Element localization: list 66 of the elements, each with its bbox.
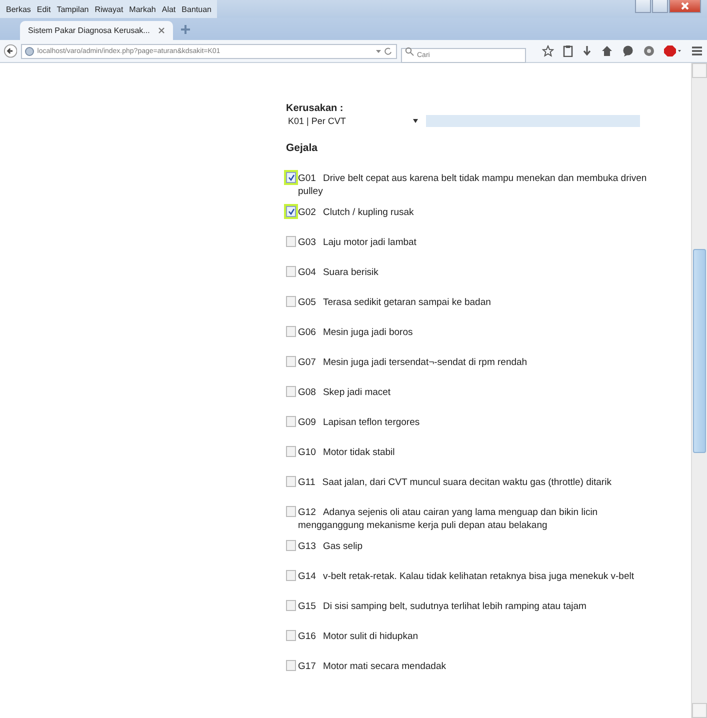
checkbox[interactable] <box>286 356 296 367</box>
menu-item[interactable]: Riwayat <box>94 4 124 14</box>
checkbox[interactable] <box>286 172 296 183</box>
download-icon[interactable] <box>582 45 592 57</box>
symptom-label: G08 Skep jadi macet <box>298 386 391 399</box>
reload-icon[interactable] <box>375 46 393 56</box>
menu-item[interactable]: Berkas <box>6 4 31 14</box>
close-icon[interactable] <box>158 27 165 34</box>
checkbox[interactable] <box>286 446 296 457</box>
checkbox[interactable] <box>286 236 296 247</box>
kerusakan-dropdown[interactable]: K01 | Per CVT <box>286 115 426 127</box>
puzzle-icon[interactable] <box>643 45 655 57</box>
minimize-button[interactable] <box>635 0 651 13</box>
scroll-thumb[interactable] <box>693 249 706 453</box>
symptom-label: G05 Terasa sedikit getaran sampai ke badan <box>298 296 491 309</box>
symptom-label: G03 Laju motor jadi lambat <box>298 236 416 249</box>
checkbox[interactable] <box>286 570 296 581</box>
symptom-label: G17 Motor mati secara mendadak <box>298 660 446 673</box>
checkbox[interactable] <box>286 326 296 337</box>
symptom-label: G02 Clutch / kupling rusak <box>298 206 414 219</box>
symptom-label: G12 Adanya sejenis oli atau cairan yang lama menguap dan bikin licin mengganggung mekanisme kerja puli depan atau belakang <box>298 506 599 532</box>
checkbox[interactable] <box>286 506 296 517</box>
stop-sign-icon[interactable] <box>664 45 682 57</box>
globe-icon <box>25 46 34 56</box>
checkbox[interactable] <box>286 600 296 611</box>
menu-item[interactable]: Alat <box>162 4 176 14</box>
symptom-label: G16 Motor sulit di hidupkan <box>298 630 418 643</box>
symptom-label: G09 Lapisan teflon tergores <box>298 416 420 429</box>
symptom-label: G07 Mesin juga jadi tersendat¬-sendat di rpm rendah <box>298 356 528 369</box>
checkbox[interactable] <box>286 416 296 427</box>
symptom-label: G14 v-belt retak-retak. Kalau tidak kelihatan retaknya bisa juga menekuk v-belt <box>298 570 634 583</box>
symptom-label: G11 Saat jalan, dari CVT muncul suara decitan waktu gas (throttle) ditarik <box>298 476 612 489</box>
scroll-up-button[interactable] <box>692 63 707 78</box>
scroll-down-button[interactable] <box>692 703 707 718</box>
dropdown-arrow-icon <box>413 119 418 123</box>
star-icon[interactable] <box>542 45 554 57</box>
symptom-label: G13 Gas selip <box>298 540 363 553</box>
menu-item[interactable]: Bantuan <box>182 4 212 14</box>
menu-item[interactable]: Edit <box>36 4 51 14</box>
symptom-label: G04 Suara berisik <box>298 266 378 279</box>
section-heading: Gejala <box>286 142 319 154</box>
checkbox[interactable] <box>286 296 296 307</box>
menu-item[interactable]: Markah <box>129 4 156 14</box>
close-icon <box>680 1 690 11</box>
symptom-label: G15 Di sisi samping belt, sudutnya terlihat lebih ramping atau tajam <box>298 600 586 613</box>
chat-icon[interactable] <box>622 45 634 57</box>
new-tab-icon[interactable] <box>180 25 190 34</box>
checkbox[interactable] <box>286 540 296 551</box>
checkbox[interactable] <box>286 266 296 277</box>
back-icon[interactable] <box>4 44 18 58</box>
field-label: Kerusakan : <box>286 103 344 114</box>
menu-icon[interactable] <box>691 45 703 57</box>
checkbox[interactable] <box>286 206 296 217</box>
clipboard-icon[interactable] <box>563 45 573 57</box>
checkbox[interactable] <box>286 386 296 397</box>
checkbox[interactable] <box>286 476 296 487</box>
checkbox[interactable] <box>286 630 296 641</box>
symptom-label: G06 Mesin juga jadi boros <box>298 326 413 339</box>
symptom-label: G01 Drive belt cepat aus karena belt tidak mampu menekan dan membuka driven pulley <box>298 172 648 198</box>
close-button[interactable] <box>669 0 701 13</box>
browser-tab[interactable]: Sistem Pakar Diagnosa Kerusak... <box>20 21 173 40</box>
menu-item[interactable]: Tampilan <box>56 4 89 14</box>
home-icon[interactable] <box>601 45 613 57</box>
checkbox[interactable] <box>286 660 296 671</box>
symptom-label: G10 Motor tidak stabil <box>298 446 395 459</box>
maximize-button[interactable] <box>652 0 668 13</box>
